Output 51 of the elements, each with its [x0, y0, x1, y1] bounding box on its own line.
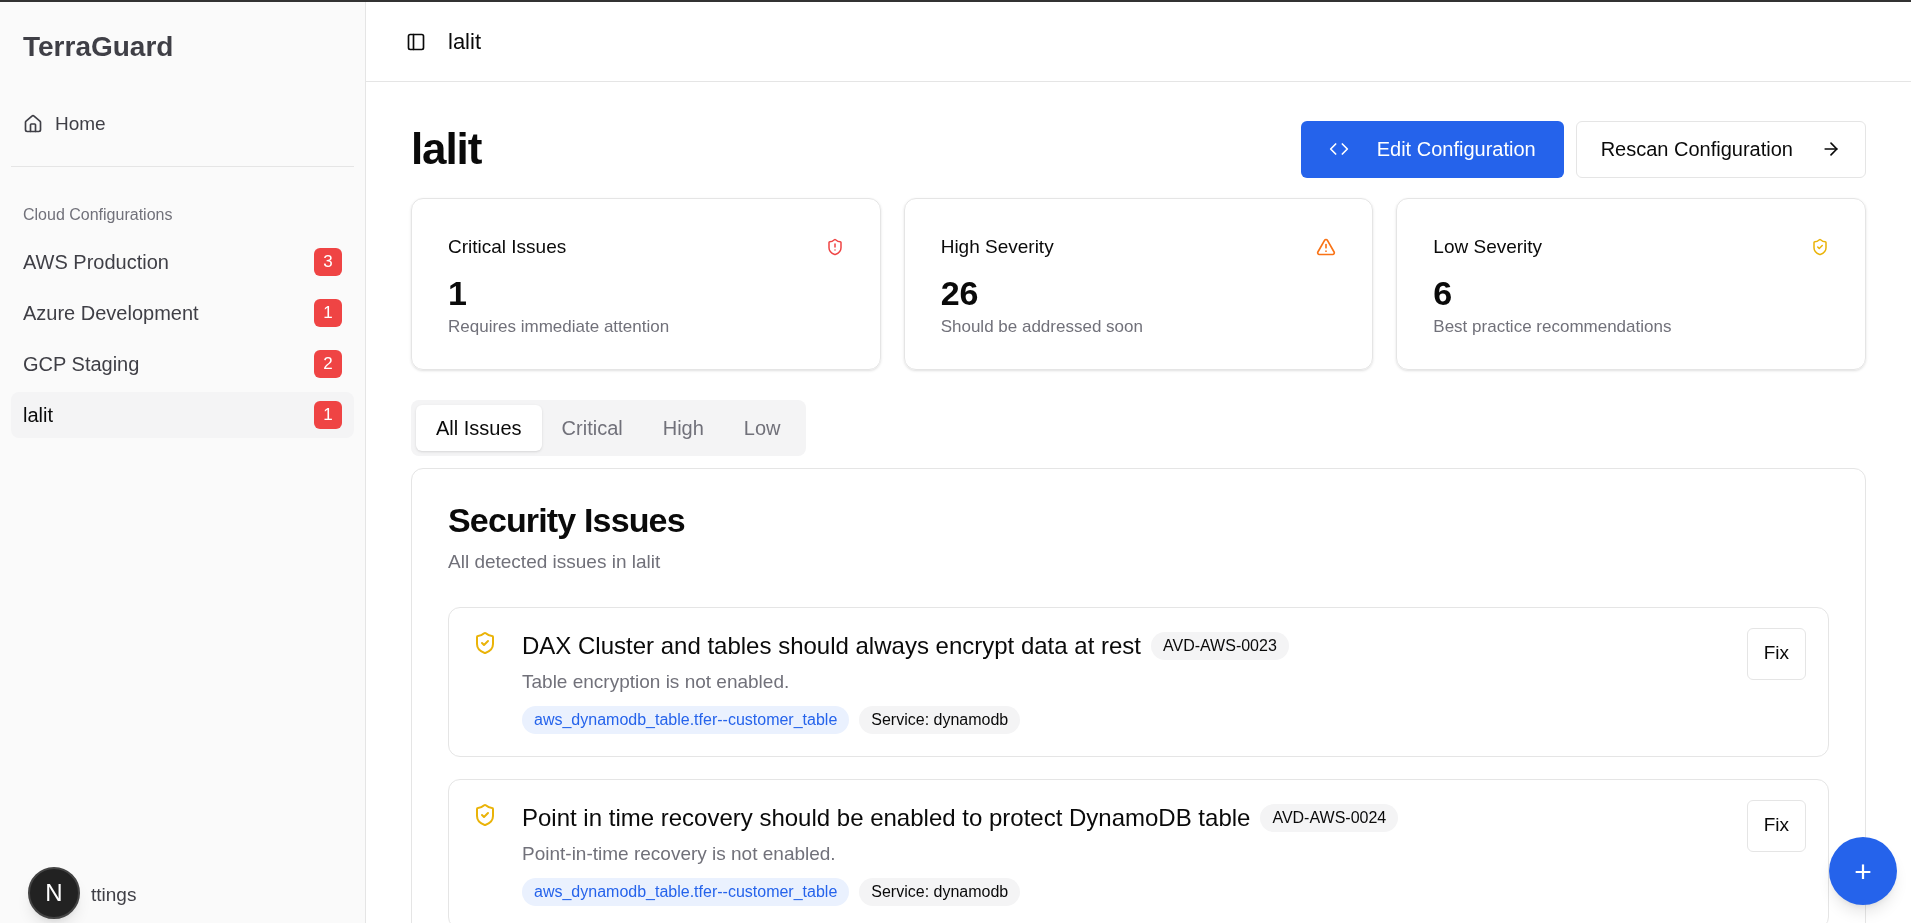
add-button[interactable]: +: [1829, 837, 1897, 905]
issue-description: Point-in-time recovery is not enabled.: [522, 841, 836, 866]
sidebar-item[interactable]: AWS Production 3: [11, 239, 354, 285]
home-link[interactable]: Home: [11, 102, 354, 146]
count-badge: 1: [314, 401, 342, 429]
stat-caption: Requires immediate attention: [448, 316, 670, 338]
stat-value: 6: [1433, 272, 1453, 314]
brand-title: TerraGuard: [22, 30, 175, 64]
issue-description: Table encryption is not enabled.: [522, 669, 790, 694]
filter-tab[interactable]: Low: [723, 405, 801, 451]
resource-tag: aws_dynamodb_table.tfer--customer_table: [522, 706, 850, 734]
count-badge: 3: [314, 248, 342, 276]
service-tag: Service: dynamodb: [859, 878, 1021, 906]
sidebar-toggle-icon[interactable]: [406, 31, 426, 52]
rule-code: AVD-AWS-0024: [1260, 803, 1399, 832]
filter-tab[interactable]: High: [642, 405, 724, 451]
stat-title: Critical Issues: [448, 235, 567, 259]
sidebar-item[interactable]: lalit 1: [11, 392, 354, 438]
shield-check-icon: [473, 630, 497, 655]
count-badge: 1: [314, 299, 342, 327]
topbar-title: lalit: [448, 28, 481, 56]
sidebar-item[interactable]: Azure Development 1: [11, 290, 354, 336]
rule-code: AVD-AWS-0023: [1151, 631, 1289, 660]
stat-value: 1: [448, 272, 467, 314]
service-tag: Service: dynamodb: [859, 706, 1021, 734]
panel-subtitle: All detected issues in lalit: [448, 550, 661, 574]
issue-title: Point in time recovery should be enabled to protect DynamoDB table: [522, 802, 1251, 833]
filter-tab[interactable]: All Issues: [416, 405, 542, 451]
issue-title: DAX Cluster and tables should always encrypt data at rest: [522, 630, 1141, 661]
edit-configuration-button[interactable]: Edit Configuration: [1300, 120, 1564, 178]
section-label: Cloud Configurations: [22, 205, 174, 225]
panel-title: Security Issues: [448, 500, 685, 541]
shield-check-icon: [1811, 238, 1829, 257]
count-badge: 2: [314, 350, 342, 378]
stat-caption: Best practice recommendations: [1433, 316, 1672, 338]
rescan-configuration-button[interactable]: Rescan Configuration: [1575, 120, 1866, 178]
stat-caption: Should be addressed soon: [940, 316, 1143, 338]
fix-button[interactable]: Fix: [1746, 627, 1806, 680]
warning-icon: [1316, 237, 1337, 258]
fix-button[interactable]: Fix: [1746, 799, 1806, 852]
resource-tag: aws_dynamodb_table.tfer--customer_table: [522, 878, 850, 906]
sidebar-item[interactable]: GCP Staging 2: [11, 341, 354, 387]
stat-title: Low Severity: [1433, 235, 1543, 259]
stat-value: 26: [940, 272, 979, 314]
page-title: lalit: [411, 123, 482, 175]
filter-tab[interactable]: Critical: [541, 405, 643, 451]
shield-check-icon: [473, 802, 497, 827]
shield-alert-icon: [825, 238, 844, 257]
home-icon: [23, 114, 43, 134]
settings-link[interactable]: ttings: [91, 880, 137, 910]
stat-title: High Severity: [940, 235, 1054, 259]
